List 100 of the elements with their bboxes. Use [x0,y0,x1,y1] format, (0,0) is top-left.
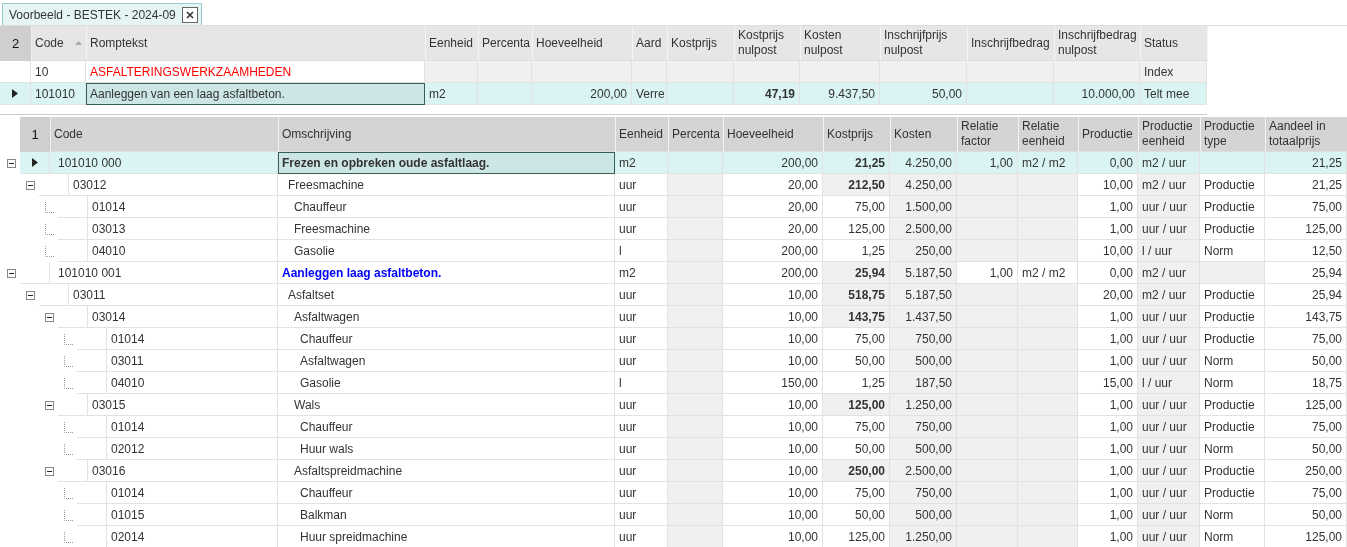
column-header[interactable]: Kosten [891,117,958,152]
close-icon [185,10,194,19]
collapse-icon[interactable] [45,312,54,322]
column-header[interactable]: Kostprijs nulpost [735,26,801,61]
column-header[interactable]: Eenheid [616,117,669,152]
table-cell: 1,00 [1078,328,1138,350]
table-cell: 9.437,50 [800,83,880,105]
row-header-cell[interactable] [39,284,69,306]
collapse-icon[interactable] [45,466,54,476]
table-cell: uur [615,394,668,416]
row-header-cell[interactable] [77,372,107,394]
row-header-cell[interactable] [77,504,107,526]
table-cell: 10,00 [1078,240,1138,262]
table-cell: 1,00 [1078,416,1138,438]
column-header[interactable]: Kostprijs [668,26,735,61]
column-header[interactable]: Status [1141,26,1208,61]
table-cell [425,61,478,83]
table-cell: 01014 [107,328,278,350]
table-cell: uur / uur [1138,460,1200,482]
level-indicator: 2 [0,26,32,61]
table-cell: 1.500,00 [890,196,957,218]
table-row[interactable]: 101010 Aanleggen van een laag asfaltbeton. m2 200,00 Verre 47,19 9.437,50 50,00 10.000,00 Telt mee [0,83,1207,105]
collapse-icon[interactable] [26,290,35,300]
table-cell: 4.250,00 [890,174,957,196]
table-cell: uur [615,416,668,438]
column-header[interactable]: Code [51,117,279,152]
table-cell: l / uur [1138,240,1200,262]
table-cell: m2 / m2 [1018,152,1078,174]
table-cell: 04010 [107,372,278,394]
column-header[interactable]: Romptekst [87,26,426,61]
table-cell: 01015 [107,504,278,526]
table-cell: m2 [425,83,478,105]
row-header-cell[interactable] [77,328,107,350]
row-header-cell[interactable] [58,196,88,218]
table-cell: 03012 [69,174,278,196]
column-header[interactable]: Inschrijfbedrag nulpost [1055,26,1141,61]
column-header[interactable]: Percenta [669,117,724,152]
table-cell: 200,00 [723,152,823,174]
table-cell: m2 [615,152,668,174]
column-header[interactable]: Aard [633,26,668,61]
row-header-cell[interactable] [0,61,31,83]
row-header-cell[interactable] [58,306,88,328]
table-cell: Chauffeur [278,482,615,504]
table-cell [1018,460,1078,482]
collapse-icon[interactable] [26,180,35,190]
collapse-icon[interactable] [45,400,54,410]
column-header[interactable]: Productie eenheid [1139,117,1201,152]
row-header-cell[interactable] [0,83,31,105]
column-header[interactable]: Percenta [479,26,533,61]
table-cell: 01014 [107,482,278,504]
tree-line [45,201,54,213]
table-cell: 50,00 [823,504,890,526]
table-row[interactable]: 101010 000 Frezen en opbreken oude asfaltlaag. m2 200,00 21,25 4.250,00 1,00 m2 / m2 0,00 m2 / uur 21,25 [0,152,1347,174]
close-button[interactable] [181,6,198,23]
column-header[interactable]: Hoeveelheid [724,117,824,152]
column-header[interactable]: Productie [1079,117,1139,152]
column-header[interactable]: Inschrijfbedrag [968,26,1055,61]
column-header[interactable]: Omschrijving [279,117,616,152]
column-header[interactable]: Inschrijfprijs nulpost [881,26,968,61]
table-cell: uur [615,482,668,504]
column-header[interactable]: Relatie factor [958,117,1019,152]
table-cell: 75,00 [823,416,890,438]
row-header-cell[interactable] [77,350,107,372]
column-header[interactable]: Relatie eenheid [1019,117,1079,152]
table-cell: l [615,240,668,262]
table-cell: 125,00 [1265,394,1347,416]
table-cell [667,61,734,83]
column-header[interactable]: Eenheid [426,26,479,61]
collapse-icon[interactable] [7,268,16,278]
column-header[interactable]: Code [32,26,87,61]
column-header[interactable]: Hoeveelheid [533,26,633,61]
row-header-cell[interactable] [20,152,50,174]
tree-line [64,355,73,367]
table-cell: 20,00 [1078,284,1138,306]
column-header[interactable]: Productie type [1201,117,1266,152]
collapse-icon[interactable] [7,158,16,168]
tree-line [64,421,73,433]
table-cell: 500,00 [890,438,957,460]
row-header-cell[interactable] [77,438,107,460]
row-header-cell[interactable] [77,482,107,504]
table-cell: 200,00 [723,240,823,262]
table-cell: 03011 [107,350,278,372]
row-header-cell[interactable] [77,416,107,438]
row-header-cell[interactable] [58,240,88,262]
table-cell: 75,00 [1265,196,1347,218]
document-tab[interactable]: Voorbeeld - BESTEK - 2024-09 [2,3,202,25]
column-header[interactable]: Kostprijs [824,117,891,152]
table-cell [1018,240,1078,262]
table-cell: Chauffeur [278,196,615,218]
table-row[interactable]: 10 ASFALTERINGSWERKZAAMHEDEN Index [0,61,1207,83]
table-cell: Asfaltwagen [278,350,615,372]
row-header-cell[interactable] [58,218,88,240]
table-cell: uur [615,460,668,482]
column-header[interactable]: Aandeel in totaalprijs [1266,117,1347,152]
table-cell: 10,00 [723,306,823,328]
column-header[interactable]: Kosten nulpost [801,26,881,61]
table-cell: Productie [1200,306,1265,328]
table-cell: 03016 [88,460,278,482]
row-header-cell[interactable] [39,174,69,196]
table-cell: m2 / uur [1138,152,1200,174]
